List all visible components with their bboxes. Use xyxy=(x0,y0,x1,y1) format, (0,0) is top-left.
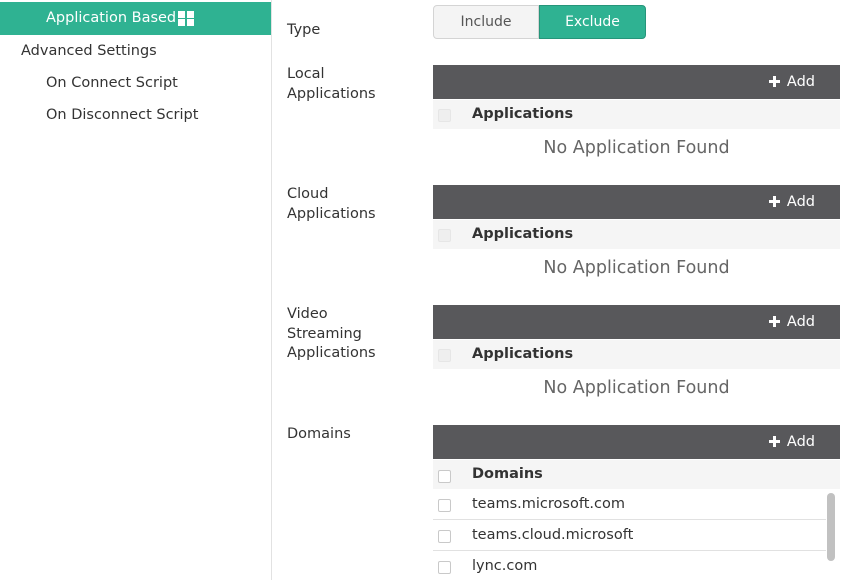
label-line: Video xyxy=(287,306,328,322)
table-header: Applications xyxy=(433,340,840,369)
cloud-applications-label: Cloud Applications xyxy=(287,185,376,224)
panel-toolbar: Add xyxy=(433,425,840,459)
column-header: Applications xyxy=(472,106,574,122)
sidebar-item-on-connect-script[interactable]: On Connect Script xyxy=(0,67,271,99)
select-all-checkbox xyxy=(438,349,451,362)
column-header: Applications xyxy=(472,346,574,362)
domain-cell: lync.com xyxy=(472,558,538,574)
column-header: Domains xyxy=(472,466,543,482)
empty-message: No Application Found xyxy=(543,378,730,398)
label-line: Applications xyxy=(287,85,376,102)
add-label: Add xyxy=(786,194,815,210)
local-applications-label: Local Applications xyxy=(287,65,376,104)
type-label: Type xyxy=(287,22,321,38)
panel-toolbar: Add xyxy=(433,185,840,219)
table-header: Applications xyxy=(433,220,840,249)
add-label: Add xyxy=(786,314,815,330)
sidebar-item-label: On Connect Script xyxy=(46,75,178,91)
empty-message: No Application Found xyxy=(543,258,730,278)
domains-label: Domains xyxy=(287,426,351,442)
empty-message: No Application Found xyxy=(543,138,730,158)
windows-icon xyxy=(178,11,194,26)
video-streaming-applications-label: Video Streaming Applications xyxy=(287,305,376,364)
add-label: Add xyxy=(786,434,815,450)
exclude-button[interactable]: Exclude xyxy=(539,5,646,39)
sidebar-item-on-disconnect-script[interactable]: On Disconnect Script xyxy=(0,99,271,131)
local-applications-panel: Add Applications No Application Found xyxy=(433,65,840,175)
label-line: Applications xyxy=(287,345,376,361)
panel-toolbar: Add xyxy=(433,305,840,339)
sidebar: Application Based Advanced Settings On C… xyxy=(0,0,272,580)
table-header: Applications xyxy=(433,100,840,129)
sidebar-item-advanced-settings[interactable]: Advanced Settings xyxy=(0,35,271,67)
row-checkbox[interactable] xyxy=(438,561,451,574)
row-checkbox[interactable] xyxy=(438,530,451,543)
video-streaming-applications-panel: Add Applications No Application Found xyxy=(433,305,840,415)
plus-icon xyxy=(768,436,780,447)
label-line: Cloud xyxy=(287,186,329,202)
domains-add-button[interactable]: Add xyxy=(768,425,815,459)
cloud-add-button[interactable]: Add xyxy=(768,185,815,219)
sidebar-item-label: Application Based xyxy=(46,10,177,26)
plus-icon xyxy=(768,316,780,327)
video-add-button[interactable]: Add xyxy=(768,305,815,339)
cloud-applications-panel: Add Applications No Application Found xyxy=(433,185,840,295)
include-button[interactable]: Include xyxy=(433,5,539,39)
local-add-button[interactable]: Add xyxy=(768,65,815,99)
domains-panel: Add Domains teams.microsoft.com teams.cl… xyxy=(433,425,840,580)
domain-cell: teams.microsoft.com xyxy=(472,496,625,512)
table-row: teams.cloud.microsoft xyxy=(433,520,826,551)
select-all-checkbox[interactable] xyxy=(438,470,451,483)
label-line: Applications xyxy=(287,205,376,222)
label-line: Streaming xyxy=(287,325,362,342)
sidebar-item-application-based[interactable]: Application Based xyxy=(0,2,271,35)
type-toggle: Include Exclude xyxy=(433,5,646,39)
table-row: lync.com xyxy=(433,551,826,581)
label-line: Local xyxy=(287,66,325,82)
add-label: Add xyxy=(786,74,815,90)
sidebar-item-label: Advanced Settings xyxy=(21,43,157,59)
row-checkbox[interactable] xyxy=(438,499,451,512)
table-header: Domains xyxy=(433,460,840,489)
domain-cell: teams.cloud.microsoft xyxy=(472,527,634,543)
table-row: teams.microsoft.com xyxy=(433,489,826,520)
plus-icon xyxy=(768,76,780,87)
column-header: Applications xyxy=(472,226,574,242)
select-all-checkbox xyxy=(438,109,451,122)
plus-icon xyxy=(768,196,780,207)
sidebar-item-label: On Disconnect Script xyxy=(46,107,199,123)
domains-scrollbar[interactable] xyxy=(827,493,835,561)
select-all-checkbox xyxy=(438,229,451,242)
panel-toolbar: Add xyxy=(433,65,840,99)
